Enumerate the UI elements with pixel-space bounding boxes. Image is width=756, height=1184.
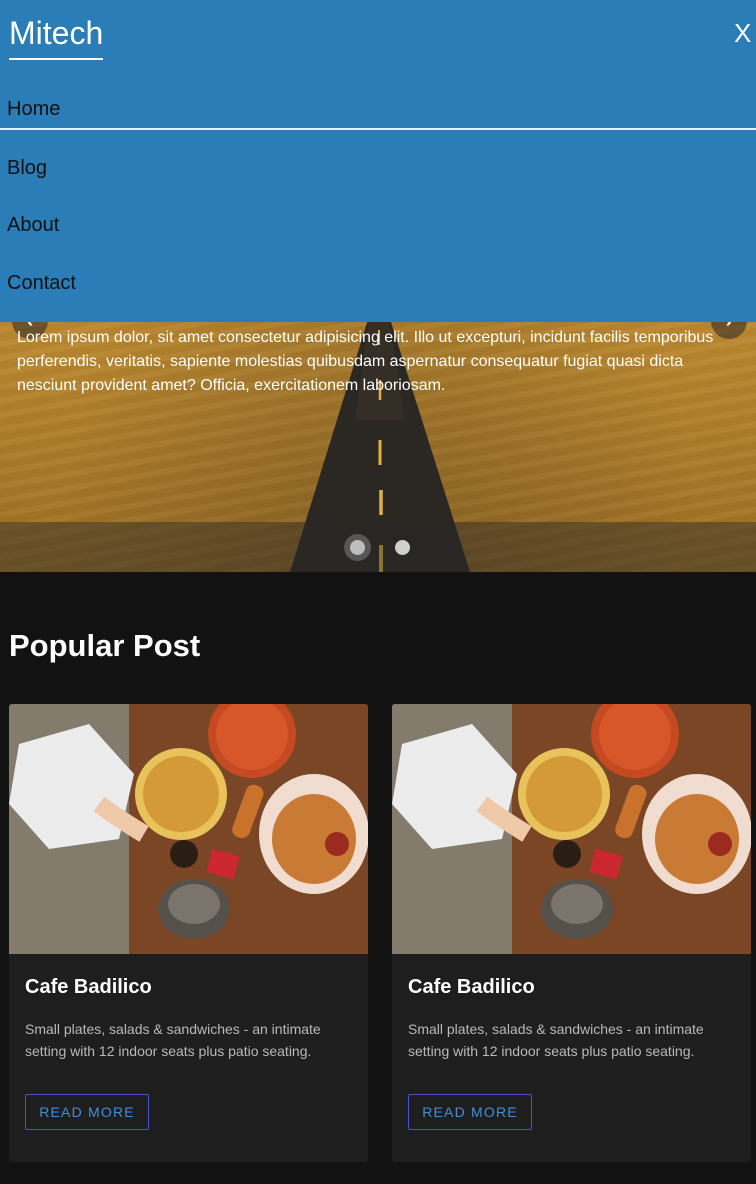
brand-logo[interactable]: Mitech — [9, 14, 104, 60]
post-card: Cafe Badilico Small plates, salads & san… — [9, 704, 368, 1162]
card-description: Small plates, salads & sandwiches - an i… — [25, 1021, 321, 1059]
food-image — [392, 704, 751, 954]
nav-item-about[interactable]: About — [7, 214, 59, 237]
hero-caption: Lorem ipsum dolor, sit amet consectetur … — [17, 329, 714, 394]
carousel-dot-2[interactable] — [395, 540, 410, 555]
food-image — [9, 704, 368, 954]
nav-item-blog[interactable]: Blog — [7, 157, 47, 180]
nav-drawer: Mitech X Home Blog About Contact — [0, 0, 756, 322]
section-title: Popular Post — [9, 628, 201, 663]
nav-divider — [0, 128, 756, 130]
card-title: Cafe Badilico — [408, 976, 535, 998]
close-menu-button[interactable]: X — [734, 18, 751, 49]
read-more-button[interactable]: READ MORE — [25, 1094, 149, 1130]
nav-item-home[interactable]: Home — [7, 98, 60, 121]
card-description: Small plates, salads & sandwiches - an i… — [408, 1021, 704, 1059]
nav-item-contact[interactable]: Contact — [7, 272, 76, 295]
carousel-indicator-bar — [0, 522, 756, 572]
card-title: Cafe Badilico — [25, 976, 152, 998]
carousel-dot-1[interactable] — [350, 540, 365, 555]
post-card: Cafe Badilico Small plates, salads & san… — [392, 704, 751, 1162]
read-more-button[interactable]: READ MORE — [408, 1094, 532, 1130]
